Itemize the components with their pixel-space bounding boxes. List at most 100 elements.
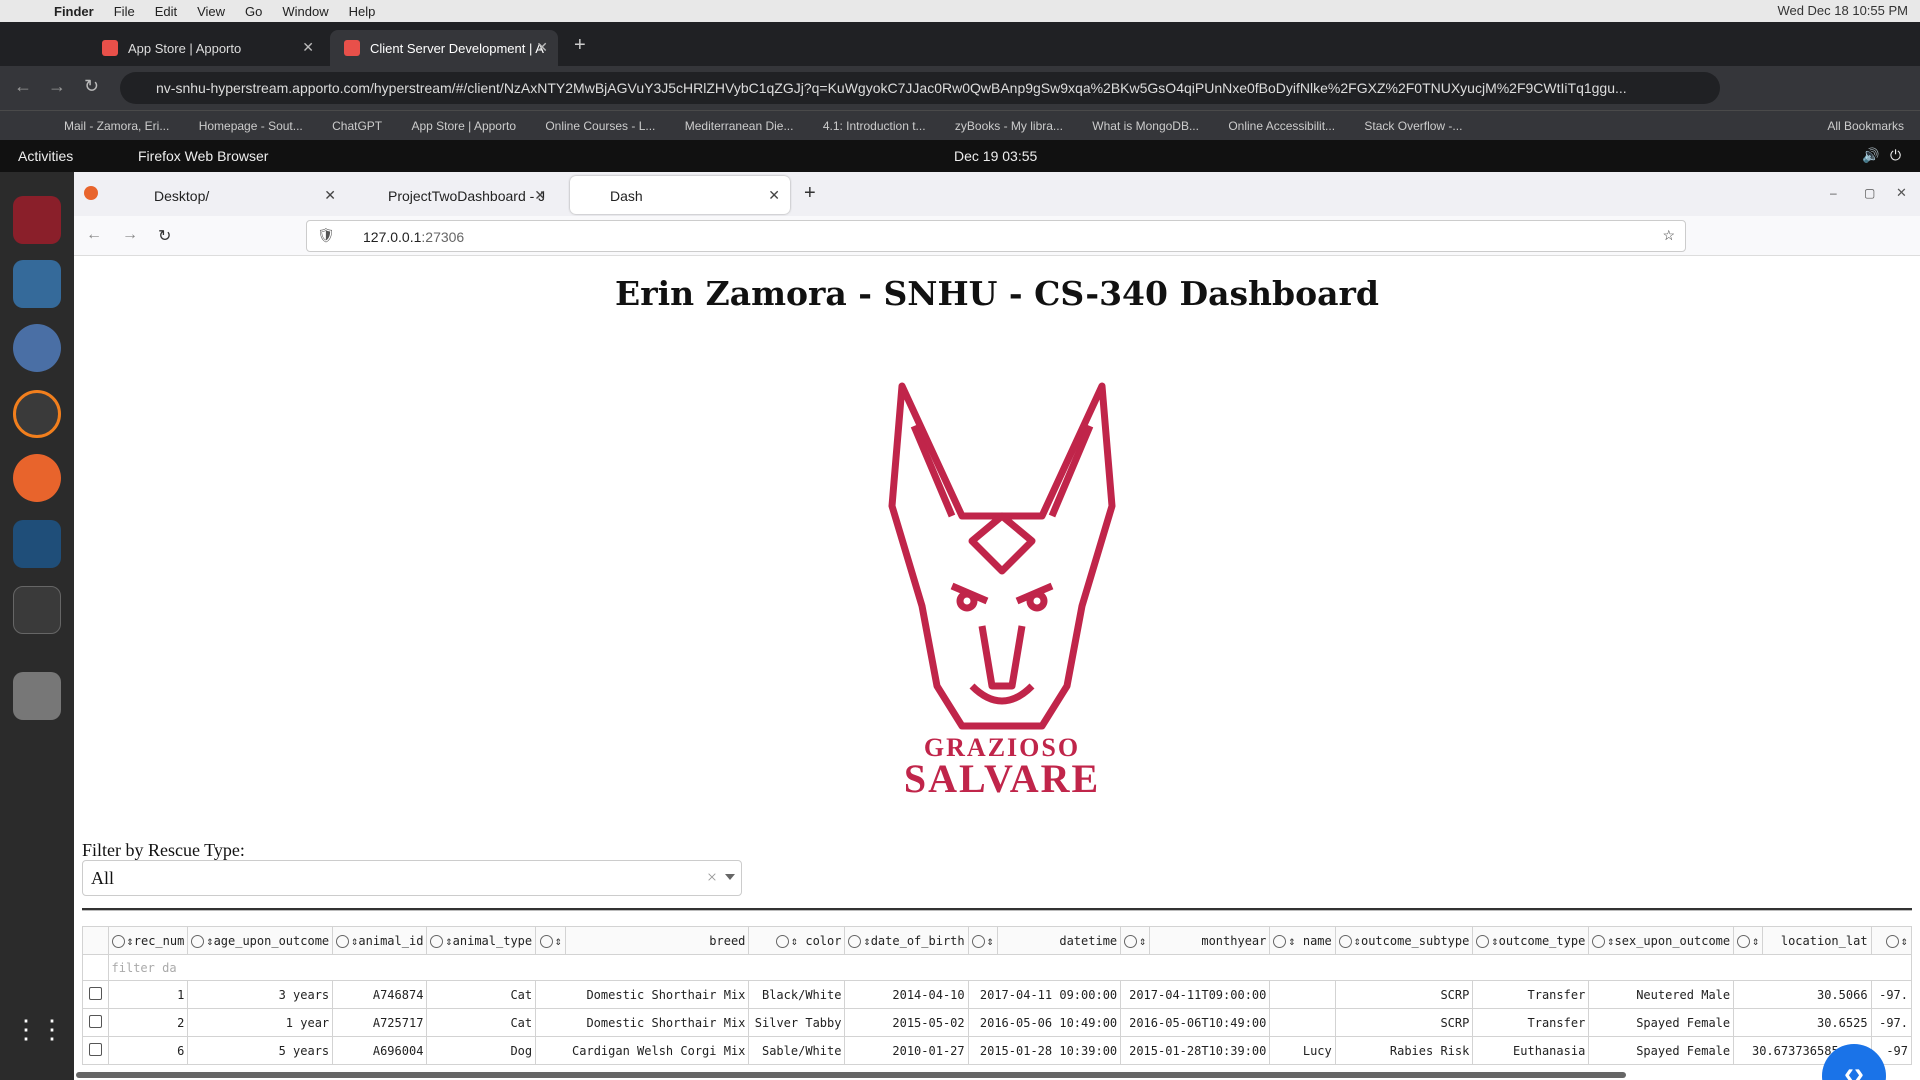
checkbox[interactable] <box>88 1042 102 1056</box>
rescue-type-dropdown[interactable]: All × <box>82 860 742 896</box>
mysql-workbench-icon[interactable] <box>13 520 61 568</box>
sort-icon[interactable]: ⇕ <box>791 934 798 948</box>
firefox-icon[interactable] <box>13 454 61 502</box>
close-icon[interactable]: ✕ <box>534 187 546 204</box>
column-header[interactable]: ⇕sex_upon_outcome <box>1588 926 1735 955</box>
close-icon[interactable]: ✕ <box>324 187 336 204</box>
forward-icon[interactable]: → <box>48 76 66 97</box>
column-header[interactable]: ⇕ <box>1870 926 1913 955</box>
sort-icon[interactable]: ⇕ <box>1288 934 1295 948</box>
bookmark-app-store[interactable]: App Store | Apporto <box>411 119 516 133</box>
power-icon[interactable]: ⏻ <box>1890 147 1901 164</box>
menu-finder[interactable]: Finder <box>54 4 94 19</box>
column-header[interactable]: ⇕date_of_birth <box>844 926 969 955</box>
horizontal-scrollbar[interactable] <box>76 1072 1626 1078</box>
show-apps-icon[interactable]: ⋮⋮ <box>13 1014 65 1062</box>
forward-icon[interactable]: → <box>122 226 138 244</box>
reload-icon[interactable]: ↻ <box>158 226 171 246</box>
trash-icon[interactable] <box>13 672 61 720</box>
new-tab-icon[interactable]: + <box>804 182 816 205</box>
app-icon[interactable] <box>13 196 61 244</box>
column-header[interactable]: ⇕ name <box>1269 926 1336 955</box>
menu-edit[interactable]: Edit <box>155 4 177 19</box>
bookmark-mail[interactable]: Mail - Zamora, Eri... <box>64 119 169 133</box>
toggle-icon[interactable] <box>1338 934 1352 948</box>
sort-icon[interactable]: ⇕ <box>127 934 134 948</box>
close-icon[interactable]: ✕ <box>302 39 314 56</box>
column-header[interactable]: ⇕animal_id <box>332 926 428 955</box>
sort-icon[interactable]: ⇕ <box>555 934 562 948</box>
column-header[interactable]: ⇕ color <box>748 926 846 955</box>
table-row[interactable]: 2 1 year A725717 Cat Domestic Shorthair … <box>82 1008 1913 1037</box>
gnome-clock[interactable]: Dec 19 03:55 <box>954 148 1037 164</box>
checkbox[interactable] <box>88 986 102 1000</box>
table-row[interactable]: 6 5 years A696004 Dog Cardigan Welsh Cor… <box>82 1036 1913 1065</box>
minimize-icon[interactable]: – <box>1830 186 1837 200</box>
column-header[interactable]: monthyear <box>1149 926 1271 955</box>
bookmark-star-icon[interactable]: ☆ <box>1662 227 1675 244</box>
column-header[interactable]: location_lat <box>1762 926 1872 955</box>
bookmark-mongodb[interactable]: What is MongoDB... <box>1092 119 1199 133</box>
toggle-icon[interactable] <box>1273 934 1287 948</box>
toggle-icon[interactable] <box>1476 934 1490 948</box>
column-header[interactable]: ⇕ <box>1120 926 1151 955</box>
toggle-icon[interactable] <box>111 934 125 948</box>
new-tab-icon[interactable]: + <box>574 34 586 57</box>
toggle-icon[interactable] <box>336 934 350 948</box>
sort-icon[interactable]: ⇕ <box>863 934 870 948</box>
chrome-tab-client-server[interactable]: Client Server Development | A ✕ <box>330 30 558 66</box>
chevron-down-icon[interactable] <box>725 874 735 880</box>
bookmark-stack-overflow[interactable]: Stack Overflow -... <box>1364 119 1462 133</box>
filter-input[interactable]: filter da <box>107 954 1913 981</box>
toggle-icon[interactable] <box>971 934 985 948</box>
column-header[interactable]: ⇕outcome_subtype <box>1334 926 1474 955</box>
sort-icon[interactable]: ⇕ <box>1752 934 1759 948</box>
row-select[interactable] <box>82 1008 109 1037</box>
sort-icon[interactable]: ⇕ <box>1901 934 1908 948</box>
toggle-icon[interactable] <box>775 934 789 948</box>
volume-icon[interactable]: 🔊 <box>1862 147 1879 164</box>
firefox-tab-project-dashboard[interactable]: ProjectTwoDashboard - J ✕ <box>348 176 556 214</box>
mac-clock[interactable]: Wed Dec 18 10:55 PM <box>1777 3 1908 18</box>
toggle-icon[interactable] <box>539 934 553 948</box>
python-icon[interactable] <box>13 260 61 308</box>
close-icon[interactable]: ✕ <box>536 39 548 56</box>
toggle-icon[interactable] <box>1737 934 1751 948</box>
firefox-tab-dash[interactable]: Dash ✕ <box>570 176 790 214</box>
column-header[interactable]: datetime <box>996 926 1122 955</box>
sort-icon[interactable]: ⇕ <box>1354 934 1361 948</box>
firefox-address-bar[interactable]: 127.0.0.1:27306 🛡 ☆ <box>306 220 1686 252</box>
column-header[interactable]: ⇕ <box>967 926 998 955</box>
column-header[interactable]: breed <box>564 926 750 955</box>
bookmark-introduction[interactable]: 4.1: Introduction t... <box>823 119 926 133</box>
shield-icon[interactable]: 🛡 <box>317 227 335 244</box>
column-header[interactable]: ⇕outcome_type <box>1472 926 1590 955</box>
row-select[interactable] <box>82 980 109 1009</box>
bookmark-online-courses[interactable]: Online Courses - L... <box>545 119 655 133</box>
sort-icon[interactable]: ⇕ <box>1491 934 1498 948</box>
row-select[interactable] <box>82 1036 109 1065</box>
menu-window[interactable]: Window <box>282 4 328 19</box>
active-app-label[interactable]: Firefox Web Browser <box>138 148 268 164</box>
column-header[interactable]: ⇕animal_type <box>426 926 537 955</box>
sort-icon[interactable]: ⇕ <box>206 934 213 948</box>
maximize-icon[interactable]: ▢ <box>1864 186 1875 200</box>
back-icon[interactable]: ← <box>86 226 102 244</box>
bookmark-homepage[interactable]: Homepage - Sout... <box>199 119 303 133</box>
back-icon[interactable]: ← <box>14 76 32 97</box>
firefox-tab-desktop[interactable]: Desktop/ ✕ <box>114 176 346 214</box>
bookmark-all[interactable]: All Bookmarks <box>1827 119 1904 133</box>
jupyter-icon[interactable] <box>13 390 61 438</box>
activities-button[interactable]: Activities <box>18 148 73 164</box>
toggle-icon[interactable] <box>1885 934 1899 948</box>
close-icon[interactable]: ✕ <box>768 187 780 204</box>
r-icon[interactable] <box>13 324 61 372</box>
sort-icon[interactable]: ⇕ <box>987 934 994 948</box>
toggle-icon[interactable] <box>191 934 205 948</box>
bookmark-chatgpt[interactable]: ChatGPT <box>332 119 382 133</box>
sort-icon[interactable]: ⇕ <box>445 934 452 948</box>
menu-view[interactable]: View <box>197 4 225 19</box>
column-header[interactable]: ⇕age_upon_outcome <box>187 926 334 955</box>
menu-go[interactable]: Go <box>245 4 262 19</box>
column-header[interactable]: ⇕ <box>1733 926 1764 955</box>
